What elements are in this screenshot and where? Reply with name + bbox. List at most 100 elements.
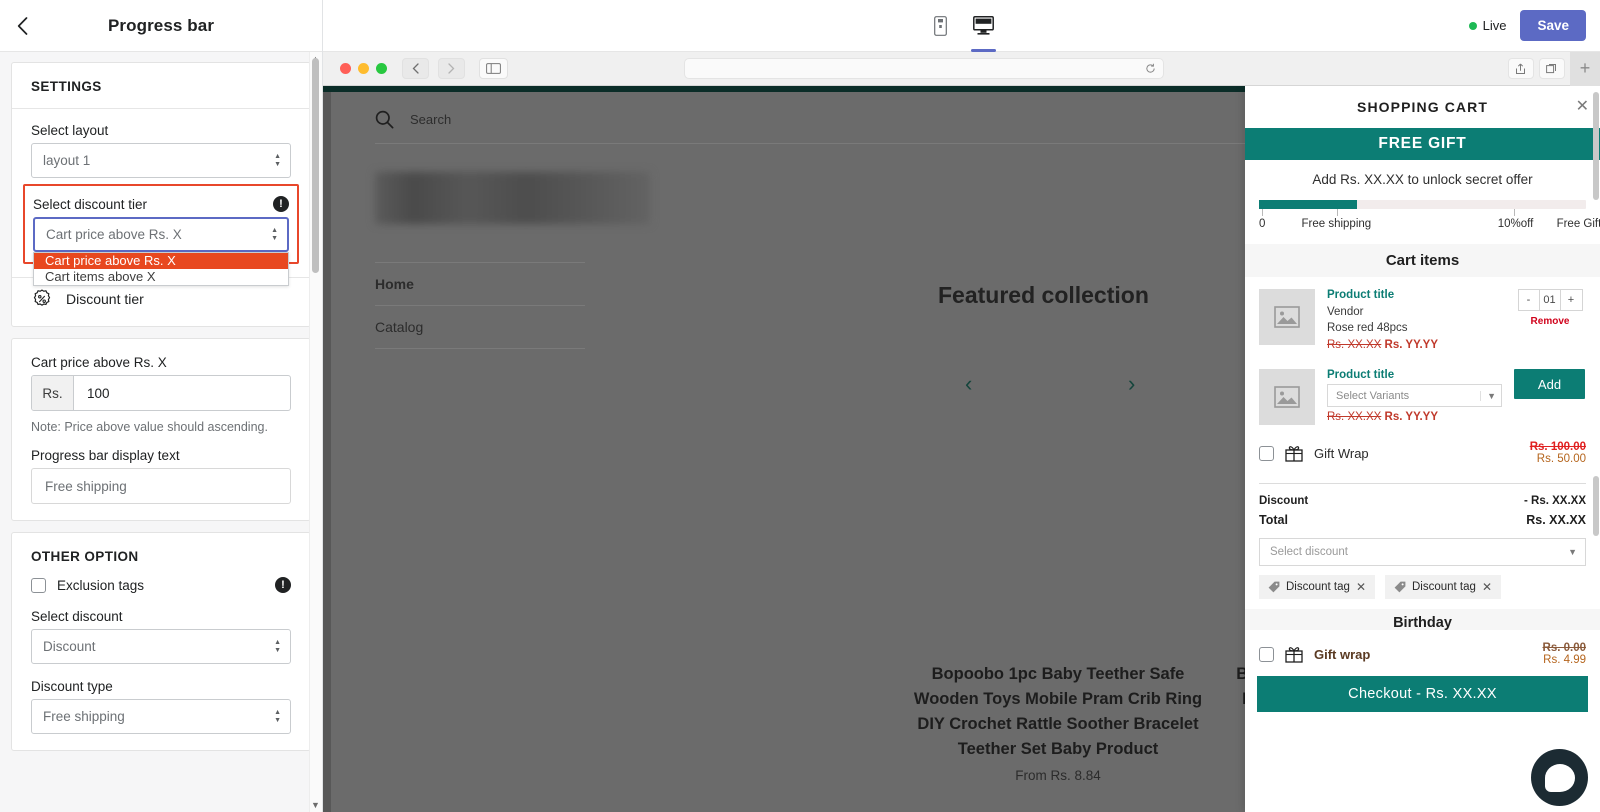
chevron-down-icon: ▼ bbox=[1568, 547, 1577, 557]
dropdown-option-cart-price[interactable]: Cart price above Rs. X bbox=[34, 253, 288, 269]
mobile-device-button[interactable] bbox=[925, 7, 956, 45]
close-icon[interactable]: ✕ bbox=[1356, 580, 1366, 594]
select-layout-dropdown[interactable]: layout 1 ▲ ▼ bbox=[31, 143, 291, 178]
currency-prefix: Rs. bbox=[32, 376, 74, 410]
variant-select[interactable]: Select Variants ▼ bbox=[1327, 384, 1502, 407]
cart-price-input[interactable]: Rs. 100 bbox=[31, 375, 291, 411]
save-button[interactable]: Save bbox=[1520, 10, 1586, 41]
remove-item-button[interactable]: Remove bbox=[1514, 316, 1586, 327]
gift-wrap-checkbox[interactable] bbox=[1259, 646, 1274, 662]
gift-wrap-new-price-2: Rs. 4.99 bbox=[1543, 654, 1586, 666]
discount-tier-select-wrap: Cart price above Rs. X ▲ ▼ Cart price abo… bbox=[33, 217, 289, 286]
tabs-button[interactable] bbox=[1538, 58, 1565, 79]
quantity-increment-button[interactable]: + bbox=[1561, 290, 1582, 310]
close-icon[interactable]: ✕ bbox=[1576, 96, 1589, 116]
progress-track bbox=[1259, 200, 1586, 209]
sidebar-toggle-icon bbox=[486, 63, 501, 74]
settings-sidebar: Progress bar SETTINGS Select layout layo… bbox=[0, 0, 323, 812]
store-nav-item-home[interactable]: Home bbox=[375, 262, 585, 306]
progress-tick-label: 0 bbox=[1259, 218, 1266, 230]
quantity-value[interactable]: 01 bbox=[1540, 290, 1561, 310]
app-root: Progress bar SETTINGS Select layout layo… bbox=[0, 0, 1600, 812]
discount-select[interactable]: Select discount ▼ bbox=[1259, 538, 1586, 566]
info-icon[interactable]: ! bbox=[275, 577, 291, 593]
new-tab-button[interactable]: + bbox=[1569, 51, 1600, 86]
progress-tick-labels: 0 Free shipping 10%off Free Gift bbox=[1259, 218, 1600, 234]
chevron-updown-icon: ▲ ▼ bbox=[274, 638, 281, 654]
cart-item-title[interactable]: Product title bbox=[1327, 289, 1502, 301]
info-icon[interactable]: ! bbox=[273, 196, 289, 212]
discount-type-label: Discount type bbox=[31, 679, 113, 694]
gift-wrap-checkbox[interactable] bbox=[1259, 445, 1274, 461]
discount-tier-highlight-box: Select discount tier ! Cart price above … bbox=[23, 184, 299, 286]
window-controls[interactable] bbox=[340, 63, 387, 74]
progress-tick bbox=[1337, 209, 1339, 216]
layout-field-group: Select layout layout 1 ▲ ▼ bbox=[12, 109, 310, 186]
store-nav-item-catalog[interactable]: Catalog bbox=[375, 306, 585, 349]
image-placeholder-icon bbox=[1274, 306, 1300, 328]
sidebar-toggle-button[interactable] bbox=[479, 58, 508, 79]
progress-tick-label: Free shipping bbox=[1301, 218, 1372, 230]
sidebar-scrollbar-thumb[interactable] bbox=[312, 58, 319, 273]
product-thumbnail bbox=[1259, 289, 1315, 345]
cart-item-new-price: Rs. YY.YY bbox=[1384, 339, 1439, 351]
browser-right-controls: + bbox=[1507, 51, 1600, 86]
discount-tag-label: Discount tag bbox=[1412, 581, 1476, 593]
close-icon[interactable]: ✕ bbox=[1482, 580, 1492, 594]
select-discount-dropdown[interactable]: Discount ▲ ▼ bbox=[31, 629, 291, 664]
discount-tag[interactable]: Discount tag ✕ bbox=[1259, 575, 1375, 599]
browser-forward-button[interactable] bbox=[438, 58, 465, 79]
sidebar-scroll-area: SETTINGS Select layout layout 1 ▲ ▼ Selec… bbox=[0, 52, 322, 812]
cart-item-details: Product title Vendor Rose red 48pcs Rs. … bbox=[1327, 289, 1502, 351]
reload-icon[interactable] bbox=[1145, 63, 1156, 74]
add-to-cart-button[interactable]: Add bbox=[1514, 369, 1585, 399]
gift-wrap-label: Gift Wrap bbox=[1314, 445, 1369, 461]
checkout-button[interactable]: Checkout - Rs. XX.XX bbox=[1257, 676, 1588, 712]
discount-tag[interactable]: Discount tag ✕ bbox=[1385, 575, 1501, 599]
cart-scrollbar-thumb-secondary[interactable] bbox=[1593, 476, 1599, 536]
gift-wrap-row-2[interactable]: Gift wrap Rs. 0.00 Rs. 4.99 bbox=[1245, 630, 1600, 670]
scroll-down-arrow-icon[interactable]: ▼ bbox=[311, 800, 320, 810]
cart-scrollbar-thumb[interactable] bbox=[1593, 92, 1599, 200]
gift-wrap-new-price: Rs. 50.00 bbox=[1536, 453, 1586, 465]
viewport-left-edge bbox=[323, 92, 331, 812]
quantity-stepper[interactable]: - 01 + bbox=[1517, 289, 1583, 311]
price-note: Note: Price above value should ascending… bbox=[31, 420, 268, 434]
free-gift-banner: FREE GIFT bbox=[1245, 128, 1600, 160]
chat-widget-button[interactable] bbox=[1531, 749, 1588, 806]
summary-label: Discount bbox=[1259, 495, 1309, 507]
exclusion-tags-row[interactable]: Exclusion tags ! bbox=[31, 577, 291, 593]
cart-price-value[interactable]: 100 bbox=[74, 376, 290, 410]
desktop-device-button[interactable] bbox=[968, 7, 999, 52]
select-discount-tier-label: Select discount tier bbox=[33, 196, 148, 212]
device-toggle-group bbox=[925, 0, 999, 52]
back-button[interactable] bbox=[0, 0, 44, 52]
select-discount-value: Discount bbox=[43, 639, 96, 654]
cart-title: SHOPPING CART bbox=[1357, 99, 1488, 115]
share-button[interactable] bbox=[1507, 58, 1534, 79]
maximize-window-dot[interactable] bbox=[376, 63, 387, 74]
cart-item-title[interactable]: Product title bbox=[1327, 369, 1502, 381]
browser-chrome: + bbox=[323, 51, 1600, 86]
product-card[interactable]: Bopoobo 1pc Baby Teether Safe Wooden Toy… bbox=[913, 382, 1203, 783]
store-nav: Home Catalog bbox=[375, 262, 585, 349]
discount-tier-options-list[interactable]: Cart price above Rs. X Cart items above … bbox=[33, 252, 289, 286]
browser-url-bar[interactable] bbox=[684, 58, 1165, 79]
dropdown-option-cart-items[interactable]: Cart items above X bbox=[34, 269, 288, 285]
discount-type-dropdown[interactable]: Free shipping ▲ ▼ bbox=[31, 699, 291, 734]
browser-back-button[interactable] bbox=[402, 58, 429, 79]
progress-ticks bbox=[1259, 209, 1586, 217]
gift-wrap-row[interactable]: Gift Wrap Rs. 100.00 Rs. 50.00 bbox=[1245, 431, 1600, 477]
chevron-updown-icon: ▲ ▼ bbox=[271, 226, 278, 242]
chat-bubble-icon bbox=[1544, 763, 1575, 792]
exclusion-tags-checkbox[interactable] bbox=[31, 577, 46, 593]
cart-item-price: Rs. XX.XX Rs. YY.YY bbox=[1327, 339, 1502, 351]
quantity-decrement-button[interactable]: - bbox=[1519, 290, 1540, 310]
toolbar-right-group: Live Save bbox=[1468, 10, 1600, 41]
close-window-dot[interactable] bbox=[340, 63, 351, 74]
progress-bar-text-input[interactable]: Free shipping bbox=[31, 468, 291, 504]
top-toolbar: Live Save bbox=[323, 0, 1600, 52]
select-discount-tier-dropdown[interactable]: Cart price above Rs. X ▲ ▼ bbox=[33, 217, 289, 252]
minimize-window-dot[interactable] bbox=[358, 63, 369, 74]
progress-tick-label: Free Gift bbox=[1556, 218, 1600, 230]
